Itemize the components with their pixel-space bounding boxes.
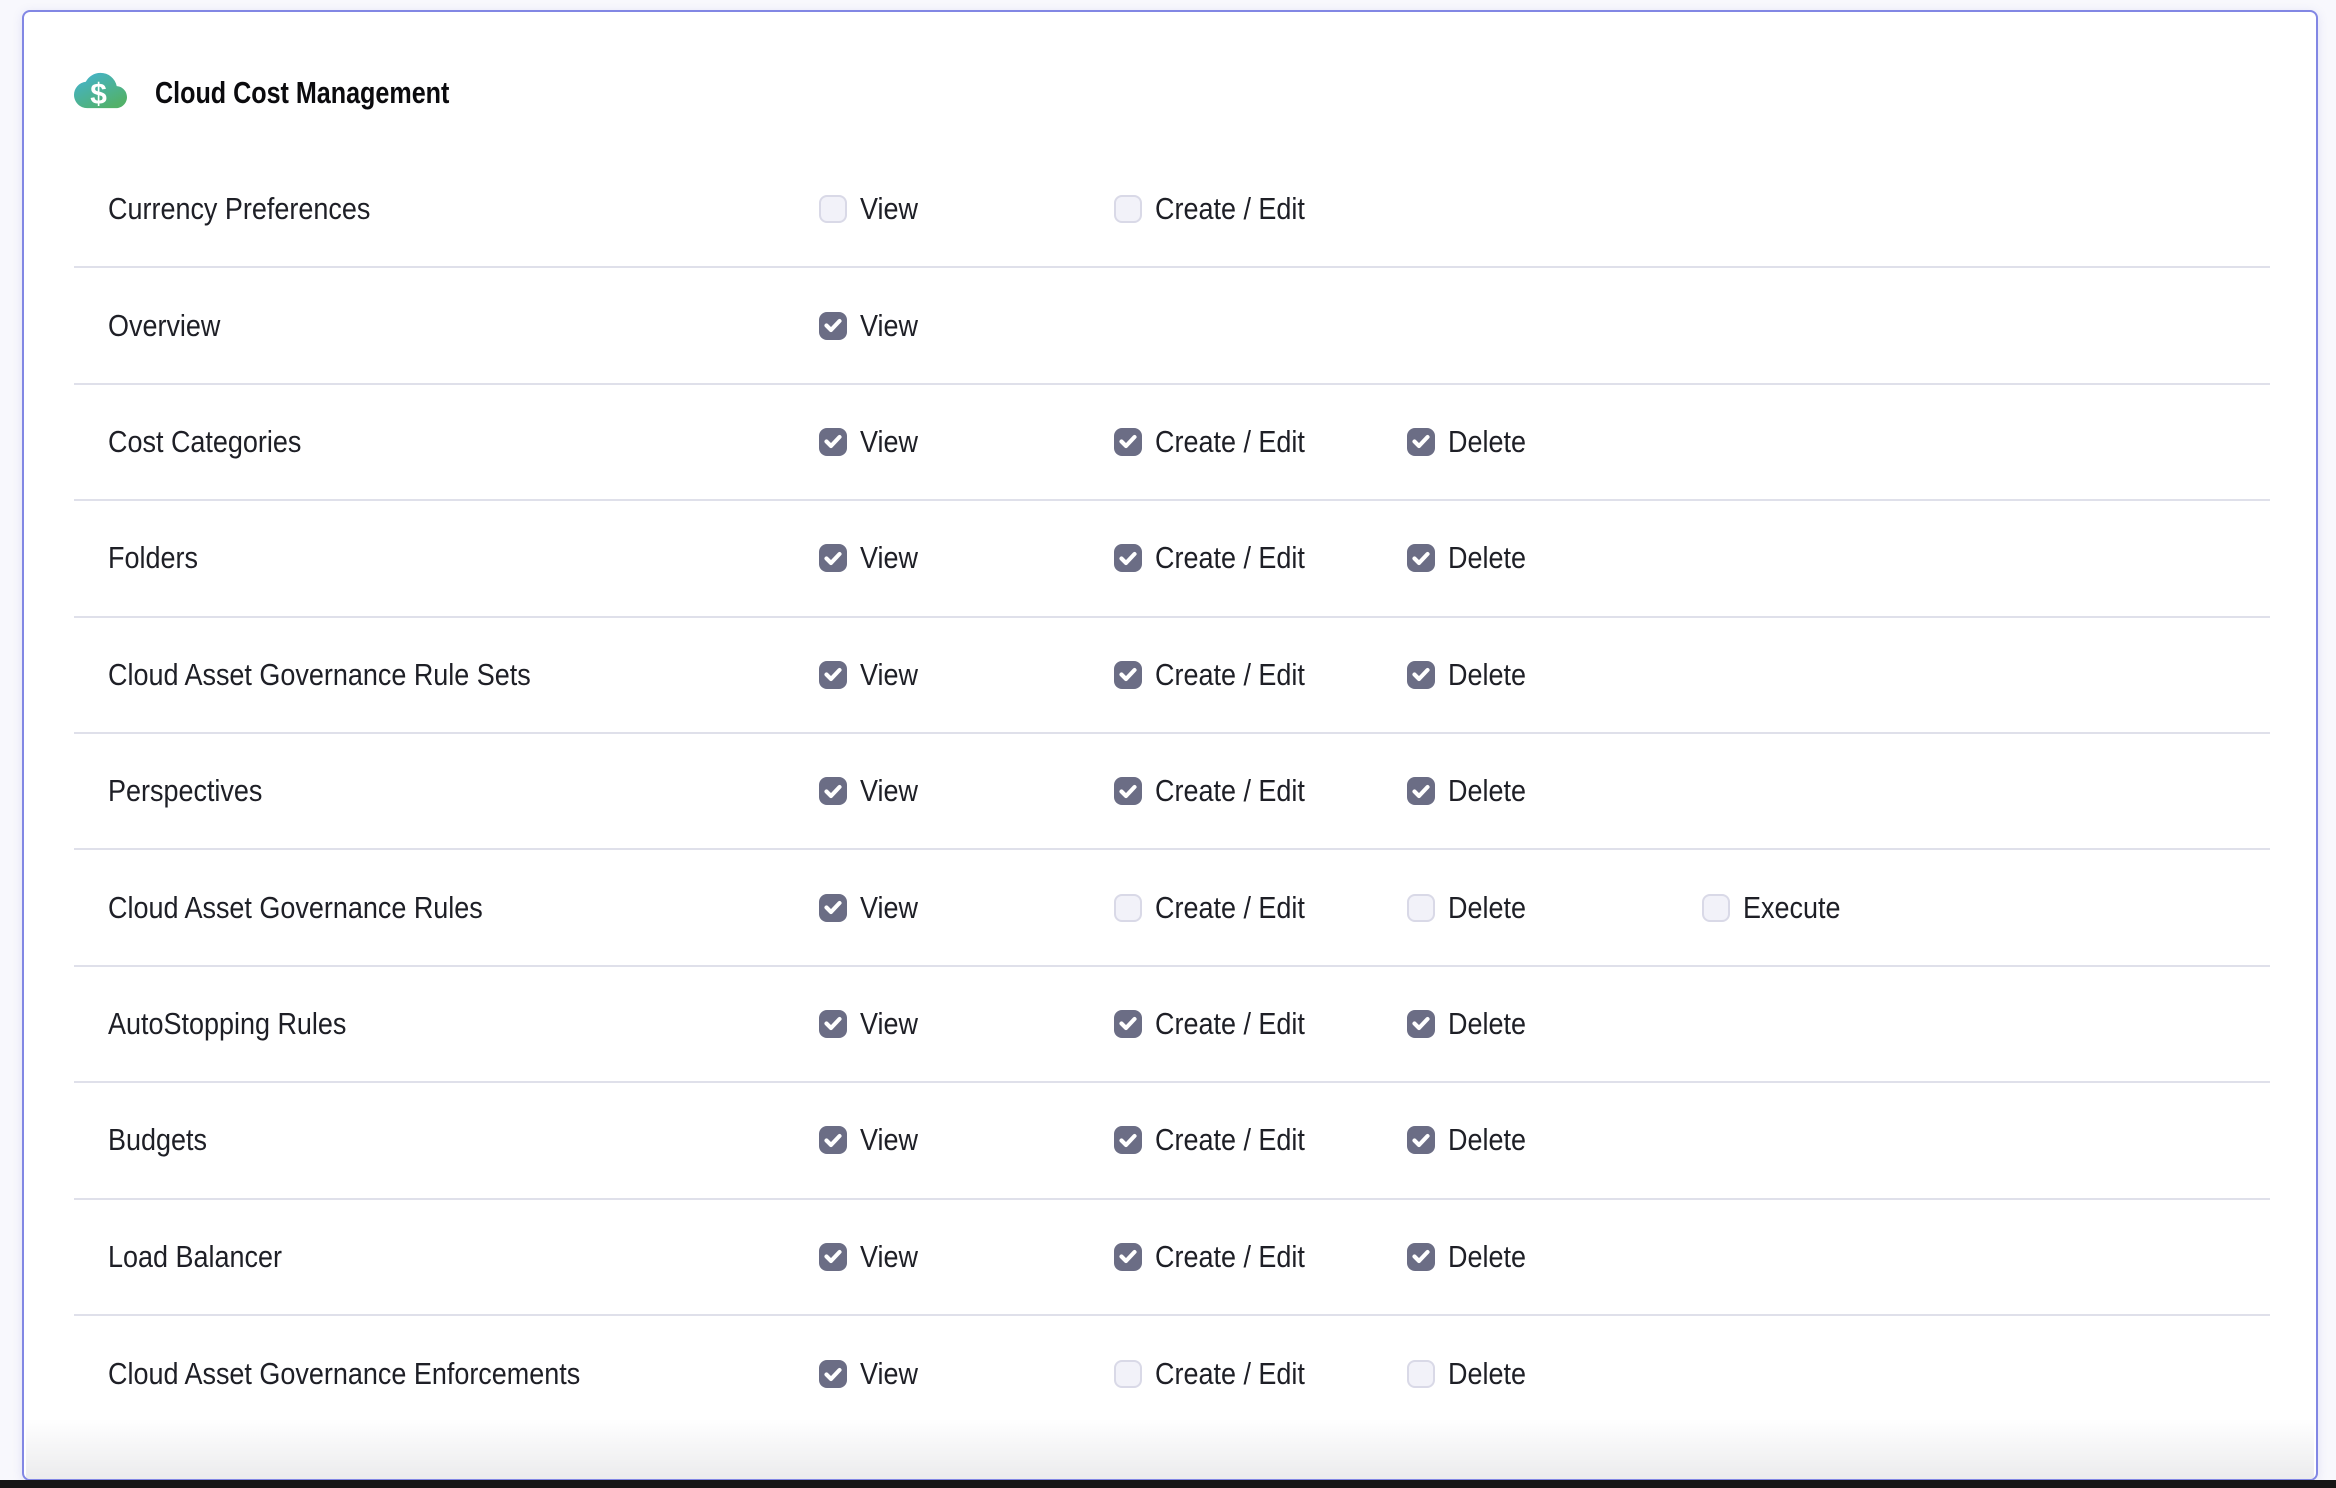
svg-text:$: $ [90,78,107,111]
